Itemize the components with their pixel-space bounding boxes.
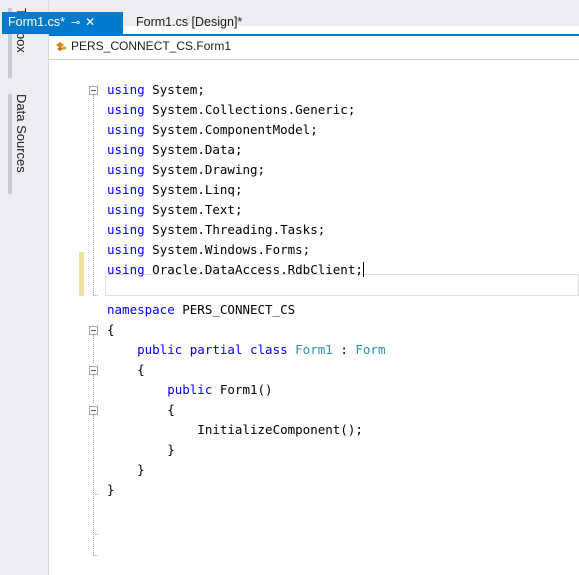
keyword-token: using bbox=[107, 122, 145, 137]
keyword-token: using bbox=[107, 142, 145, 157]
fold-toggle-icon[interactable] bbox=[89, 86, 98, 95]
side-tool-strip: Toolbox Data Sources bbox=[0, 0, 48, 575]
code-token: System.Text; bbox=[144, 202, 243, 217]
code-line[interactable]: using System.Collections.Generic; bbox=[107, 100, 355, 120]
fold-guide bbox=[93, 335, 95, 363]
code-line[interactable]: } bbox=[107, 480, 115, 500]
keyword-token: using bbox=[107, 222, 145, 237]
code-token: System.ComponentModel; bbox=[144, 122, 318, 137]
document-tab-bar bbox=[49, 0, 579, 26]
code-token: : bbox=[332, 342, 356, 357]
keyword-token: using bbox=[107, 82, 145, 97]
code-token: System.Threading.Tasks; bbox=[144, 222, 326, 237]
pin-icon[interactable]: ⊸ bbox=[71, 13, 80, 33]
code-line[interactable]: { bbox=[107, 320, 115, 340]
data-sources-tab[interactable]: Data Sources bbox=[8, 94, 29, 194]
code-token: System.Windows.Forms; bbox=[144, 242, 311, 257]
code-line[interactable]: namespace PERS_CONNECT_CS bbox=[107, 300, 295, 320]
code-token: } bbox=[107, 482, 115, 497]
code-token: System.Linq; bbox=[144, 182, 243, 197]
code-line[interactable]: using System.Text; bbox=[107, 200, 242, 220]
fold-guide bbox=[93, 95, 95, 295]
fold-guide-end bbox=[93, 494, 98, 496]
keyword-token: public bbox=[107, 382, 213, 397]
keyword-token: using bbox=[107, 182, 145, 197]
keyword-token: using bbox=[107, 102, 145, 117]
keyword-token: using bbox=[107, 202, 145, 217]
code-token: { bbox=[107, 322, 115, 337]
class-icon bbox=[56, 42, 67, 51]
code-line[interactable]: { bbox=[107, 400, 175, 420]
fold-toggle-icon[interactable] bbox=[89, 326, 98, 335]
keyword-token: namespace bbox=[107, 302, 175, 317]
code-token: System.Collections.Generic; bbox=[144, 102, 356, 117]
fold-guide-end bbox=[93, 295, 98, 297]
change-marker bbox=[79, 252, 84, 296]
code-line[interactable]: using System.ComponentModel; bbox=[107, 120, 318, 140]
code-token: Oracle.DataAccess.RdbClient; bbox=[144, 262, 363, 277]
code-line[interactable]: using Oracle.DataAccess.RdbClient; bbox=[107, 260, 364, 280]
text-caret bbox=[362, 262, 364, 277]
fold-toggle-icon[interactable] bbox=[89, 406, 98, 415]
side-tab-accent bbox=[8, 94, 12, 194]
code-line[interactable]: using System; bbox=[107, 80, 205, 100]
tab-form1-design[interactable]: Form1.cs [Design]* bbox=[130, 12, 248, 34]
code-token: } bbox=[107, 442, 175, 457]
type-token: Form1 bbox=[295, 342, 333, 357]
close-icon[interactable]: ✕ bbox=[85, 12, 95, 32]
code-line[interactable]: public partial class Form1 : Form bbox=[107, 340, 385, 360]
fold-guide bbox=[93, 375, 95, 403]
code-line[interactable]: InitializeComponent(); bbox=[107, 420, 363, 440]
tab-form1-design-label: Form1.cs [Design]* bbox=[136, 15, 243, 29]
keyword-token: using bbox=[107, 242, 145, 257]
keyword-token: using bbox=[107, 162, 145, 177]
code-token: Form1() bbox=[212, 382, 273, 397]
type-token: Form bbox=[355, 342, 386, 357]
code-line[interactable]: using System.Threading.Tasks; bbox=[107, 220, 325, 240]
data-sources-label: Data Sources bbox=[14, 94, 29, 173]
keyword-token: public partial class bbox=[107, 342, 288, 357]
code-line[interactable]: using System.Linq; bbox=[107, 180, 242, 200]
code-token: System.Drawing; bbox=[144, 162, 266, 177]
navigation-bar[interactable]: PERS_CONNECT_CS.Form1 bbox=[49, 36, 579, 60]
fold-guide-end bbox=[93, 534, 98, 536]
code-line[interactable]: } bbox=[107, 440, 175, 460]
code-editor[interactable]: using System; using System.Collections.Ge… bbox=[49, 60, 579, 575]
code-line[interactable]: using System.Data; bbox=[107, 140, 242, 160]
code-line[interactable]: public Form1() bbox=[107, 380, 273, 400]
keyword-token: using bbox=[107, 262, 145, 277]
code-token: InitializeComponent(); bbox=[107, 422, 363, 437]
class-path: PERS_CONNECT_CS.Form1 bbox=[71, 39, 232, 53]
fold-guide-end bbox=[93, 555, 98, 557]
code-line[interactable]: { bbox=[107, 360, 145, 380]
code-token: System; bbox=[144, 82, 205, 97]
tab-form1-cs-label: Form1.cs* bbox=[8, 15, 65, 29]
code-line[interactable]: using System.Windows.Forms; bbox=[107, 240, 310, 260]
code-token: System.Data; bbox=[144, 142, 243, 157]
tab-form1-cs[interactable]: Form1.cs* ⊸ ✕ bbox=[2, 12, 123, 34]
code-token: { bbox=[107, 362, 145, 377]
code-token: PERS_CONNECT_CS bbox=[174, 302, 296, 317]
code-line[interactable]: } bbox=[107, 460, 145, 480]
code-line[interactable]: using System.Drawing; bbox=[107, 160, 265, 180]
fold-toggle-icon[interactable] bbox=[89, 366, 98, 375]
code-token: } bbox=[107, 462, 145, 477]
code-token: { bbox=[107, 402, 175, 417]
vs-code-editor-window: Toolbox Data Sources Form1.cs* ⊸✕ Form1.c… bbox=[0, 0, 579, 575]
